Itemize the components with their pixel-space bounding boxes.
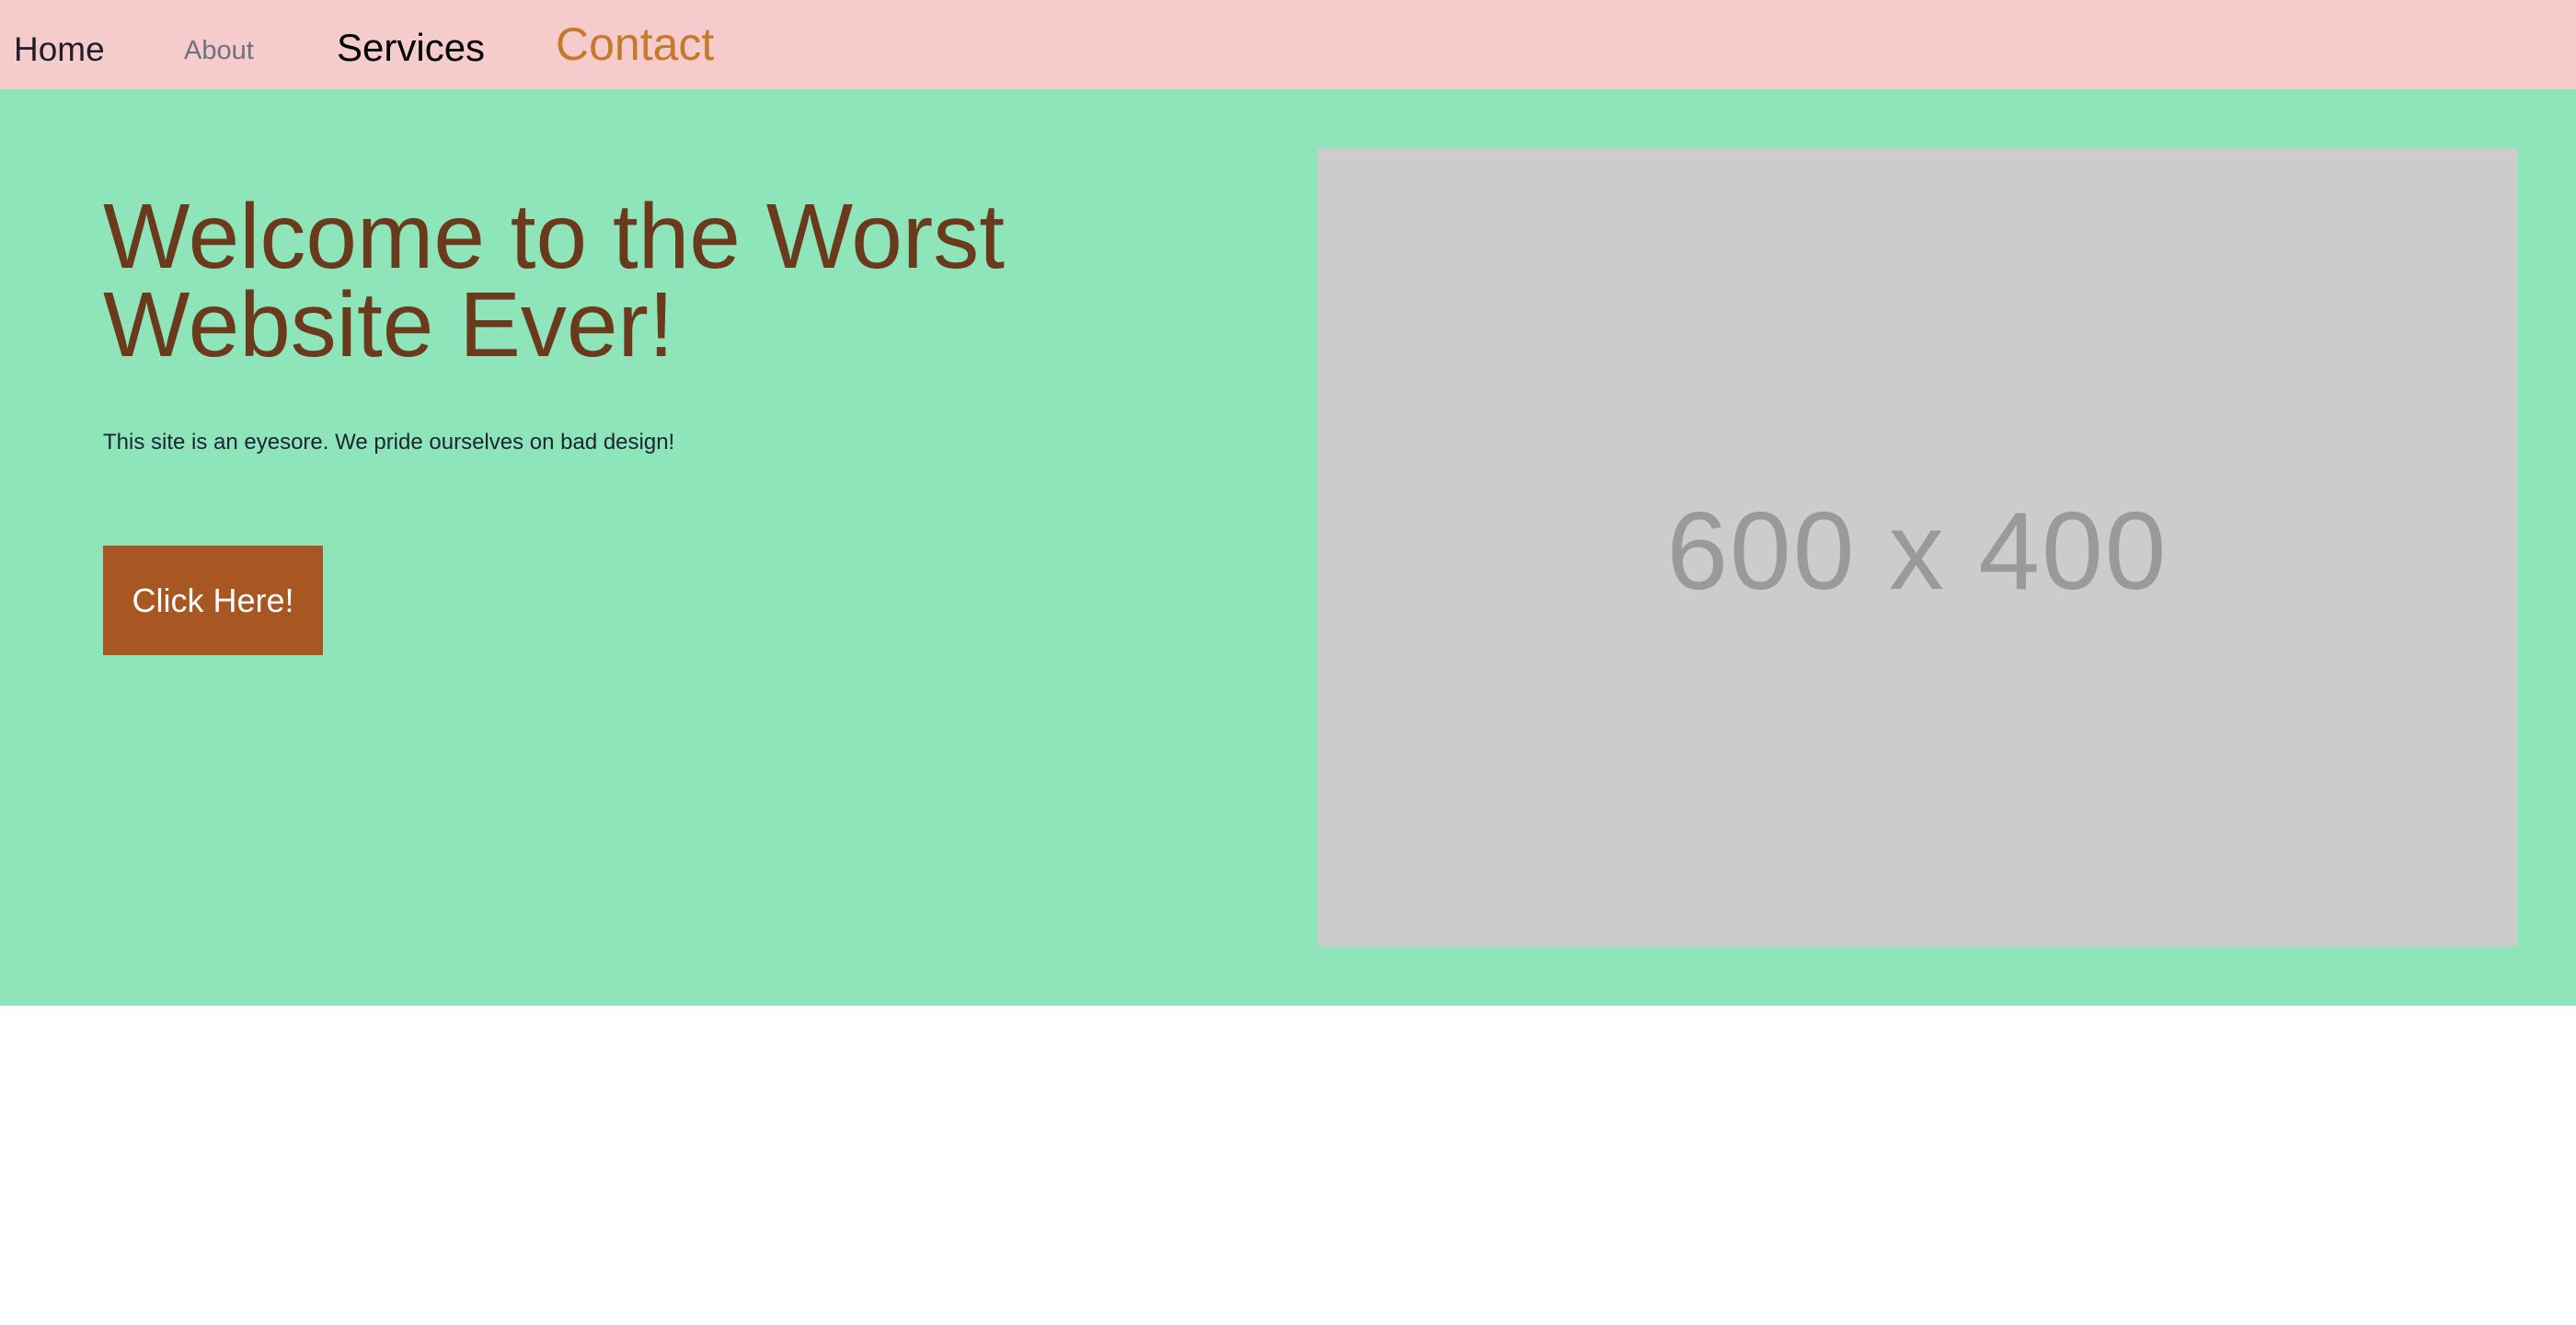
- hero-description: This site is an eyesore. We pride oursel…: [103, 430, 675, 455]
- nav-link-about[interactable]: About: [184, 38, 254, 64]
- nav-link-contact[interactable]: Contact: [556, 21, 714, 67]
- placeholder-image: 600 x 400: [1317, 148, 2517, 947]
- hero-title: Welcome to the Worst Website Ever!: [103, 185, 1005, 376]
- nav-link-services[interactable]: Services: [337, 29, 485, 67]
- click-here-button[interactable]: Click Here!: [103, 546, 323, 655]
- nav-link-home[interactable]: Home: [14, 32, 105, 66]
- top-nav: Home About Services Contact: [0, 0, 2576, 89]
- placeholder-image-label: 600 x 400: [1666, 490, 2168, 613]
- hero-section: Welcome to the Worst Website Ever! This …: [0, 89, 2576, 1006]
